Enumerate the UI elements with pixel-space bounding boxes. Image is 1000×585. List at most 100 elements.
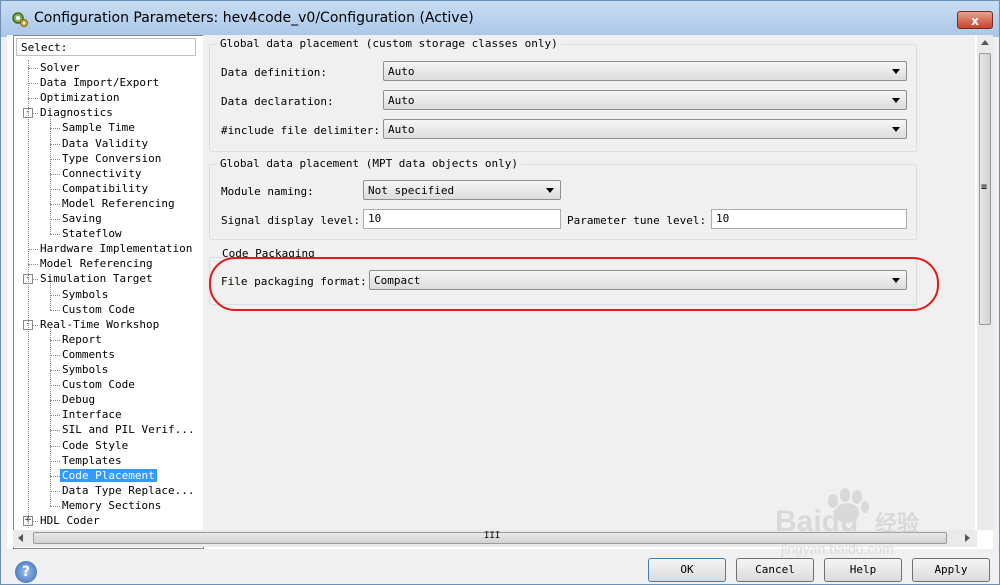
vertical-scrollbar[interactable]: ≡: [977, 35, 993, 530]
tree-item-label: Saving: [62, 212, 102, 225]
close-button[interactable]: x: [957, 11, 993, 29]
tree-item-label: Memory Sections: [62, 498, 162, 512]
scroll-right-icon[interactable]: [965, 534, 970, 542]
gear-app-icon: [12, 12, 28, 27]
data-definition-dropdown[interactable]: Auto: [383, 61, 907, 81]
tree-item-label: Data Validity: [62, 136, 149, 150]
parameter-tune-label: Parameter tune level:: [567, 214, 707, 227]
tree-item[interactable]: Type Conversion: [60, 151, 163, 166]
tree-item-label: Templates: [62, 453, 122, 467]
tree-item[interactable]: Symbols: [60, 287, 110, 302]
tree-connector: [28, 98, 38, 100]
tree-item[interactable]: Sample Time: [60, 120, 137, 135]
tree-item[interactable]: Data Import/Export: [38, 75, 161, 90]
apply-button[interactable]: Apply: [912, 558, 990, 582]
tree-item-label: HDL Coder: [40, 514, 100, 527]
tree-connector: [50, 460, 60, 462]
tree-item[interactable]: Connectivity: [60, 166, 143, 181]
tree-item-label: Debug: [62, 393, 96, 407]
cancel-button[interactable]: Cancel: [736, 558, 814, 582]
tree-item[interactable]: Compatibility: [60, 181, 150, 196]
tree-connector: [50, 505, 60, 507]
tree-item[interactable]: Symbols: [60, 362, 110, 377]
tree-item[interactable]: Memory Sections: [60, 498, 163, 513]
tree-connector: [50, 309, 60, 311]
tree-connector: [50, 400, 60, 402]
tree-item[interactable]: Debug: [60, 392, 97, 407]
scroll-up-icon[interactable]: [981, 40, 989, 45]
tree-item[interactable]: Custom Code: [60, 302, 137, 317]
tree-connector: [50, 370, 60, 371]
tree-item[interactable]: SIL and PIL Verif...: [60, 422, 196, 437]
tree-item[interactable]: Interface: [60, 407, 124, 422]
data-declaration-dropdown[interactable]: Auto: [383, 90, 907, 110]
tree-connector: [50, 385, 60, 387]
tree-item[interactable]: Model Referencing: [60, 196, 177, 211]
tree-item[interactable]: Comments: [60, 347, 117, 362]
scroll-left-icon[interactable]: [18, 534, 23, 542]
module-naming-value: Not specified: [368, 184, 455, 197]
tree-item[interactable]: HDL Coder: [38, 513, 102, 528]
tree-item-label: Code Style: [62, 438, 129, 452]
tree-item[interactable]: Hardware Implementation: [38, 241, 194, 256]
vertical-scroll-thumb[interactable]: ≡: [979, 53, 991, 325]
tree-item[interactable]: Data Validity: [60, 136, 150, 151]
window-title: Configuration Parameters: hev4code_v0/Co…: [34, 10, 474, 26]
watermark-url: jingyan.baidu.com: [780, 541, 894, 557]
module-naming-dropdown[interactable]: Not specified: [363, 180, 561, 200]
tree-connector: [50, 354, 60, 356]
include-delimiter-dropdown[interactable]: Auto: [383, 119, 907, 139]
tree-item-label: Type Conversion: [62, 151, 162, 165]
tree-connector: [50, 128, 60, 130]
tree-item-label: Hardware Implementation: [40, 242, 193, 256]
tree-item[interactable]: Report: [60, 332, 104, 347]
tree-guide-root: [28, 60, 29, 529]
tree-connector: [50, 158, 60, 160]
tree-connector: [50, 234, 60, 236]
custom-storage-title: Global data placement (custom storage cl…: [217, 37, 561, 50]
tree-guide-branch: [50, 328, 51, 506]
tree-item[interactable]: Code Placement: [60, 468, 157, 483]
tree-connector: [28, 264, 38, 266]
tree-item-label: Data Type Replace...: [62, 483, 195, 497]
tree-item-label: Comments: [62, 347, 115, 361]
config-params-window: Configuration Parameters: hev4code_v0/Co…: [0, 0, 1000, 585]
tree-connector: [50, 415, 60, 417]
tree-item[interactable]: Data Type Replace...: [60, 483, 196, 498]
help-icon[interactable]: ?: [15, 561, 37, 583]
category-tree[interactable]: Select: Solver Data Import/Export Optimiza…: [13, 35, 204, 549]
tree-item[interactable]: Templates: [60, 453, 124, 468]
tree-item-label: Stateflow: [62, 227, 122, 241]
tree-item[interactable]: Solver: [38, 60, 82, 75]
tree-item-label: Data Import/Export: [40, 76, 160, 90]
title-bar[interactable]: Configuration Parameters: hev4code_v0/Co…: [1, 1, 999, 37]
data-declaration-value: Auto: [388, 94, 415, 107]
tree-connector: [50, 173, 60, 175]
signal-display-label: Signal display level:: [221, 214, 361, 227]
h-grip: III: [484, 531, 501, 541]
tree-guide-branch: [50, 283, 51, 310]
tree-item-label: Report: [62, 332, 102, 346]
tree-connector: [50, 445, 60, 447]
ok-button[interactable]: OK: [648, 558, 726, 582]
tree-item-label: Real-Time Workshop: [40, 317, 160, 331]
tree-item-label: Interface: [62, 408, 122, 422]
settings-pane: Global data placement (custom storage cl…: [203, 35, 975, 530]
tree-item-label: Sample Time: [62, 121, 135, 135]
signal-display-input[interactable]: 10: [363, 209, 561, 229]
tree-item[interactable]: Optimization: [38, 90, 121, 105]
tree-item[interactable]: Custom Code: [60, 377, 137, 392]
help-button[interactable]: Help: [824, 558, 902, 582]
tree-item[interactable]: Model Referencing: [38, 256, 155, 271]
tree-item[interactable]: Stateflow: [60, 226, 124, 241]
watermark-brand: Baidu: [775, 505, 858, 538]
parameter-tune-input[interactable]: 10: [711, 209, 907, 229]
tree-item[interactable]: Saving: [60, 211, 104, 226]
tree-connector: [50, 430, 60, 432]
data-definition-label: Data definition:: [221, 66, 327, 79]
tree-item[interactable]: Code Style: [60, 438, 130, 453]
dialog-content: Select: Solver Data Import/Export Optimiza…: [7, 35, 993, 549]
red-highlight-ellipse: [209, 257, 939, 311]
tree-item[interactable]: Simulation Target: [38, 271, 155, 286]
tree-item[interactable]: Real-Time Workshop: [38, 317, 161, 332]
